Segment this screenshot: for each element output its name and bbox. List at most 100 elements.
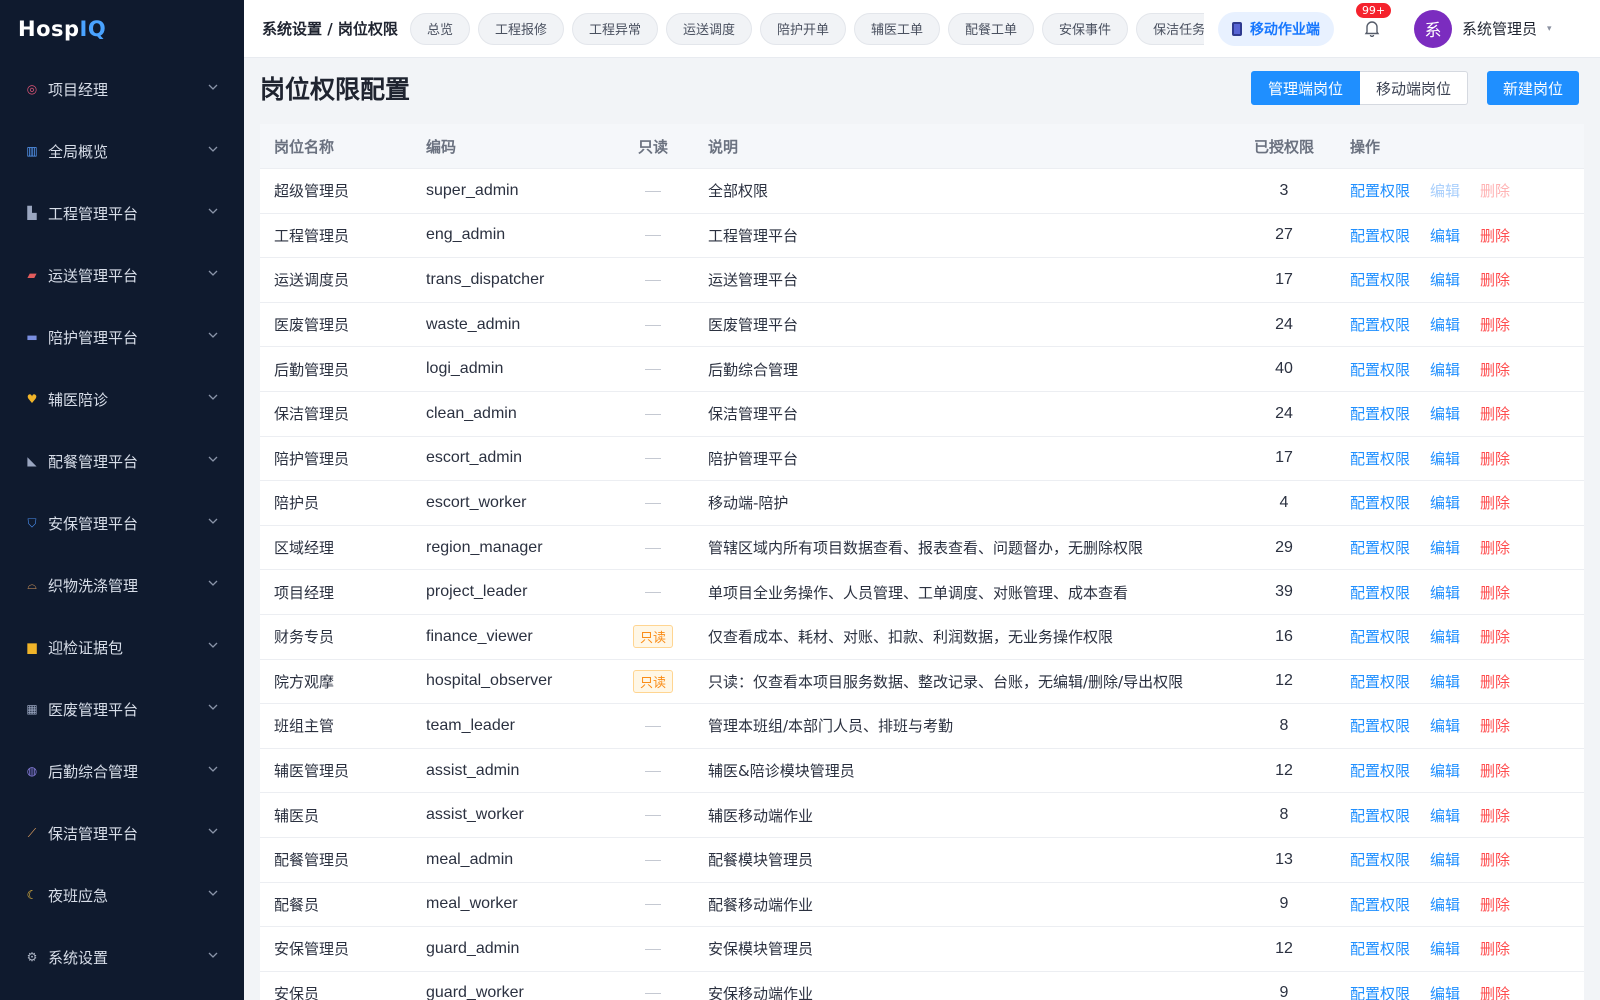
- configure-permission-link[interactable]: 配置权限: [1350, 626, 1410, 647]
- sidebar-item-13[interactable]: ⟋ 保洁管理平台: [0, 802, 244, 864]
- chevron-down-icon[interactable]: [208, 952, 218, 962]
- chevron-down-icon[interactable]: [208, 456, 218, 466]
- brand-logo[interactable]: Hosp IQ: [0, 0, 244, 58]
- configure-permission-link[interactable]: 配置权限: [1350, 492, 1410, 513]
- sidebar-item-4[interactable]: ▰ 运送管理平台: [0, 244, 244, 306]
- chevron-down-icon[interactable]: [208, 208, 218, 218]
- configure-permission-link[interactable]: 配置权限: [1350, 448, 1410, 469]
- delete-link[interactable]: 删除: [1480, 448, 1510, 469]
- edit-link[interactable]: 编辑: [1430, 671, 1460, 692]
- segment-mobile-roles[interactable]: 移动端岗位: [1360, 71, 1469, 105]
- delete-link[interactable]: 删除: [1480, 403, 1510, 424]
- sidebar-item-3[interactable]: ▙ 工程管理平台: [0, 182, 244, 244]
- mobile-workspace-button[interactable]: 移动作业端: [1217, 11, 1334, 46]
- configure-permission-link[interactable]: 配置权限: [1350, 537, 1410, 558]
- edit-link[interactable]: 编辑: [1430, 492, 1460, 513]
- delete-link[interactable]: 删除: [1480, 626, 1510, 647]
- chevron-down-icon[interactable]: [208, 890, 218, 900]
- configure-permission-link[interactable]: 配置权限: [1350, 760, 1410, 781]
- tab-9[interactable]: 保洁任务: [1136, 12, 1204, 45]
- delete-link[interactable]: 删除: [1480, 314, 1510, 335]
- configure-permission-link[interactable]: 配置权限: [1350, 938, 1410, 959]
- edit-link[interactable]: 编辑: [1430, 715, 1460, 736]
- delete-link[interactable]: 删除: [1480, 849, 1510, 870]
- tab-3[interactable]: 工程异常: [571, 12, 658, 45]
- chevron-down-icon[interactable]: [208, 332, 218, 342]
- tab-2[interactable]: 工程报修: [477, 12, 564, 45]
- chevron-down-icon[interactable]: [208, 84, 218, 94]
- tab-5[interactable]: 陪护开单: [760, 12, 847, 45]
- edit-link[interactable]: 编辑: [1430, 448, 1460, 469]
- sidebar-item-15[interactable]: ⚙ 系统设置: [0, 926, 244, 988]
- configure-permission-link[interactable]: 配置权限: [1350, 314, 1410, 335]
- delete-link[interactable]: 删除: [1480, 760, 1510, 781]
- chevron-down-icon[interactable]: [208, 828, 218, 838]
- delete-link[interactable]: 删除: [1480, 359, 1510, 380]
- edit-link[interactable]: 编辑: [1430, 983, 1460, 1000]
- chevron-down-icon[interactable]: [208, 642, 218, 652]
- configure-permission-link[interactable]: 配置权限: [1350, 359, 1410, 380]
- configure-permission-link[interactable]: 配置权限: [1350, 715, 1410, 736]
- chevron-down-icon[interactable]: [208, 146, 218, 156]
- sidebar-item-8[interactable]: ⛉ 安保管理平台: [0, 492, 244, 554]
- configure-permission-link[interactable]: 配置权限: [1350, 225, 1410, 246]
- edit-link[interactable]: 编辑: [1430, 626, 1460, 647]
- avatar[interactable]: 系: [1413, 9, 1452, 48]
- edit-link[interactable]: 编辑: [1430, 938, 1460, 959]
- sidebar-item-9[interactable]: ⌓ 织物洗涤管理: [0, 554, 244, 616]
- configure-permission-link[interactable]: 配置权限: [1350, 894, 1410, 915]
- sidebar-item-5[interactable]: ▬ 陪护管理平台: [0, 306, 244, 368]
- delete-link[interactable]: 删除: [1480, 938, 1510, 959]
- delete-link[interactable]: 删除: [1480, 805, 1510, 826]
- edit-link[interactable]: 编辑: [1430, 760, 1460, 781]
- configure-permission-link[interactable]: 配置权限: [1350, 180, 1410, 201]
- configure-permission-link[interactable]: 配置权限: [1350, 582, 1410, 603]
- delete-link[interactable]: 删除: [1480, 715, 1510, 736]
- sidebar-item-14[interactable]: ☾ 夜班应急: [0, 864, 244, 926]
- sidebar-item-7[interactable]: ◣ 配餐管理平台: [0, 430, 244, 492]
- configure-permission-link[interactable]: 配置权限: [1350, 403, 1410, 424]
- chevron-down-icon[interactable]: [208, 704, 218, 714]
- delete-link[interactable]: 删除: [1480, 894, 1510, 915]
- delete-link[interactable]: 删除: [1480, 537, 1510, 558]
- tab-1[interactable]: 总览: [409, 12, 470, 45]
- chevron-down-icon[interactable]: [208, 270, 218, 280]
- configure-permission-link[interactable]: 配置权限: [1350, 805, 1410, 826]
- edit-link[interactable]: 编辑: [1430, 894, 1460, 915]
- edit-link[interactable]: 编辑: [1430, 359, 1460, 380]
- chevron-down-icon[interactable]: [208, 580, 218, 590]
- sidebar-item-12[interactable]: ◍ 后勤综合管理: [0, 740, 244, 802]
- configure-permission-link[interactable]: 配置权限: [1350, 983, 1410, 1000]
- notification-bell[interactable]: 99+: [1355, 2, 1392, 39]
- tab-6[interactable]: 辅医工单: [854, 12, 941, 45]
- segment-admin-roles[interactable]: 管理端岗位: [1251, 71, 1361, 105]
- sidebar-item-10[interactable]: ▆ 迎检证据包: [0, 616, 244, 678]
- edit-link[interactable]: 编辑: [1430, 805, 1460, 826]
- delete-link[interactable]: 删除: [1480, 983, 1510, 1000]
- configure-permission-link[interactable]: 配置权限: [1350, 671, 1410, 692]
- edit-link[interactable]: 编辑: [1430, 582, 1460, 603]
- delete-link[interactable]: 删除: [1480, 225, 1510, 246]
- delete-link[interactable]: 删除: [1480, 582, 1510, 603]
- tab-7[interactable]: 配餐工单: [948, 12, 1035, 45]
- configure-permission-link[interactable]: 配置权限: [1350, 849, 1410, 870]
- username[interactable]: 系统管理员: [1462, 18, 1537, 39]
- sidebar-item-1[interactable]: ◎ 项目经理: [0, 58, 244, 120]
- chevron-down-icon[interactable]: [208, 394, 218, 404]
- edit-link[interactable]: 编辑: [1430, 314, 1460, 335]
- edit-link[interactable]: 编辑: [1430, 225, 1460, 246]
- delete-link[interactable]: 删除: [1480, 492, 1510, 513]
- chevron-down-icon[interactable]: [208, 766, 218, 776]
- edit-link[interactable]: 编辑: [1430, 269, 1460, 290]
- configure-permission-link[interactable]: 配置权限: [1350, 269, 1410, 290]
- sidebar-item-11[interactable]: ▦ 医废管理平台: [0, 678, 244, 740]
- edit-link[interactable]: 编辑: [1430, 849, 1460, 870]
- sidebar-item-2[interactable]: ▥ 全局概览: [0, 120, 244, 182]
- chevron-down-icon[interactable]: [208, 518, 218, 528]
- user-menu-caret-icon[interactable]: ▾: [1547, 24, 1552, 34]
- sidebar-item-6[interactable]: ♥ 辅医陪诊: [0, 368, 244, 430]
- delete-link[interactable]: 删除: [1480, 671, 1510, 692]
- tab-8[interactable]: 安保事件: [1042, 12, 1129, 45]
- delete-link[interactable]: 删除: [1480, 269, 1510, 290]
- edit-link[interactable]: 编辑: [1430, 537, 1460, 558]
